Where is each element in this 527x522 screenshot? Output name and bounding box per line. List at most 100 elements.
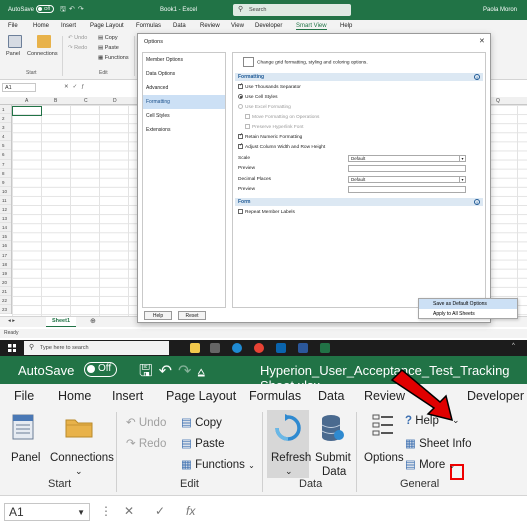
add-sheet-icon[interactable]: ⊕ — [90, 317, 96, 325]
tab-review[interactable]: Review — [200, 23, 220, 29]
chevron-down-icon[interactable]: ⌄ — [248, 461, 255, 470]
copy-button[interactable]: ▤ Copy — [181, 415, 222, 429]
name-box[interactable]: A1 — [2, 83, 36, 92]
sheet-info-button[interactable]: ▦ Sheet Info — [405, 436, 472, 450]
nav-formatting[interactable]: Formatting — [143, 95, 225, 109]
opt-preserve-hyperlink[interactable]: Preserve Hyperlink Font — [245, 124, 303, 130]
word-icon[interactable] — [298, 343, 308, 353]
undo-button[interactable]: ↶ Undo — [68, 35, 87, 41]
row-header[interactable]: 14 — [0, 223, 11, 233]
fx-icon[interactable]: fx — [186, 504, 195, 518]
sheet-nav-icons[interactable]: ◂ ▸ — [8, 318, 15, 324]
tab-data[interactable]: Data — [318, 389, 344, 403]
close-icon[interactable]: ✕ — [479, 37, 485, 45]
opt-excel-formatting[interactable]: Use Excel Formatting — [238, 104, 291, 110]
outlook-icon[interactable] — [276, 343, 286, 353]
help-button[interactable]: ? Help — [405, 415, 439, 427]
row-header[interactable]: 10 — [0, 187, 11, 196]
cells-left[interactable] — [12, 105, 142, 321]
checkbox[interactable] — [245, 114, 250, 119]
row-header[interactable]: 22 — [0, 296, 11, 306]
row-header[interactable]: 1 — [0, 105, 11, 115]
windows-start-icon[interactable] — [8, 344, 16, 352]
row-header[interactable]: 8 — [0, 169, 11, 178]
row-header[interactable]: 13 — [0, 214, 11, 224]
col-header[interactable]: A — [25, 98, 28, 104]
cancel-icon[interactable]: ✕ — [124, 504, 134, 518]
nav-member-options[interactable]: Member Options — [143, 53, 225, 67]
chevron-down-icon[interactable]: ⌄ — [75, 466, 83, 477]
cells-right[interactable] — [488, 105, 527, 321]
row-header[interactable]: 20 — [0, 278, 11, 287]
row-header[interactable]: 6 — [0, 150, 11, 160]
row-header[interactable]: 2 — [0, 114, 11, 124]
undo-icon[interactable]: ↶ — [159, 363, 178, 380]
checkbox[interactable] — [245, 124, 250, 129]
checkbox[interactable] — [238, 209, 243, 214]
help-button[interactable]: Help — [144, 311, 172, 320]
row-header[interactable]: 17 — [0, 251, 11, 260]
tab-file[interactable]: File — [8, 23, 18, 29]
opt-cell-styles[interactable]: Use Cell Styles — [238, 94, 278, 100]
row-header[interactable]: 7 — [0, 160, 11, 169]
tab-developer[interactable]: Developer — [467, 389, 524, 403]
copy-button[interactable]: ▤ Copy — [98, 35, 118, 41]
row-header[interactable]: 3 — [0, 123, 11, 133]
row-header[interactable]: 18 — [0, 260, 11, 269]
functions-button[interactable]: ▦ Functions ⌄ — [181, 457, 255, 471]
checkbox[interactable] — [238, 142, 243, 149]
enter-icon[interactable]: ✓ — [155, 504, 165, 518]
opt-adjust-width[interactable]: Adjust Column Width and Row Height — [238, 142, 325, 150]
tab-formulas[interactable]: Formulas — [249, 389, 301, 403]
paste-button[interactable]: ▤ Paste — [98, 45, 119, 51]
chrome-icon[interactable] — [254, 343, 264, 353]
functions-button[interactable]: ▦ Functions — [98, 55, 129, 61]
more-button[interactable]: ▤ More ⌄ — [405, 457, 455, 471]
col-header[interactable]: Q — [496, 98, 500, 104]
excel-icon[interactable] — [320, 343, 330, 353]
row-header[interactable]: 4 — [0, 132, 11, 142]
row-header[interactable]: 5 — [0, 141, 11, 151]
taskbar-search[interactable]: ⚲ Type here to search — [24, 341, 169, 355]
col-header[interactable]: D — [113, 98, 117, 104]
file-explorer-icon[interactable] — [190, 343, 200, 353]
nav-data-options[interactable]: Data Options — [143, 67, 225, 81]
info-icon[interactable]: i — [474, 73, 480, 80]
radio[interactable] — [238, 104, 243, 109]
menu-save-default[interactable]: Save as Default Options — [419, 299, 517, 309]
quick-access-icons[interactable]: 🖫↶↷ — [60, 5, 87, 16]
undo-button[interactable]: ↶ Undo — [126, 415, 166, 429]
tab-home[interactable]: Home — [58, 389, 91, 403]
tab-view[interactable]: View — [231, 23, 244, 29]
tab-formulas[interactable]: Formulas — [136, 23, 161, 29]
radio[interactable] — [238, 94, 243, 99]
info-icon[interactable]: i — [474, 198, 480, 205]
opt-move-formatting[interactable]: Move Formatting on Operations — [245, 114, 319, 120]
name-box[interactable]: A1 ▼ — [4, 503, 90, 521]
tab-help[interactable]: Help — [340, 23, 352, 29]
tab-home[interactable]: Home — [33, 23, 49, 29]
col-header[interactable]: B — [54, 98, 57, 104]
opt-thousands[interactable]: Use Thousands Separator — [238, 82, 301, 90]
redo-icon[interactable]: ↷ — [178, 363, 197, 380]
opt-retain-numeric[interactable]: Retain Numeric Formatting — [238, 132, 302, 140]
checkbox[interactable] — [238, 132, 243, 139]
opt-repeat-labels[interactable]: Repeat Member Labels — [238, 209, 295, 215]
checkbox[interactable] — [238, 82, 243, 89]
browser-icon[interactable] — [232, 343, 242, 353]
decimal-select[interactable]: Default ▾ — [348, 176, 466, 183]
tab-page-layout[interactable]: Page Layout — [166, 389, 236, 403]
row-header[interactable]: 15 — [0, 232, 11, 242]
sheet-tab[interactable]: Sheet1 — [46, 317, 76, 327]
nav-advanced[interactable]: Advanced — [143, 81, 225, 95]
redo-button[interactable]: ↷ Redo — [126, 436, 166, 450]
help-dropdown-icon[interactable]: ⌄ — [452, 415, 460, 426]
customize-icon[interactable]: ⩠ — [197, 365, 210, 379]
menu-apply-all[interactable]: Apply to All Sheets — [419, 309, 517, 319]
row-header[interactable]: 23 — [0, 305, 11, 315]
chevron-down-icon[interactable]: ⌄ — [448, 461, 455, 470]
tab-developer[interactable]: Developer — [255, 23, 282, 29]
chevron-down-icon[interactable]: ⌄ — [285, 466, 293, 477]
row-header[interactable]: 16 — [0, 241, 11, 251]
reset-button[interactable]: Reset — [178, 311, 206, 320]
